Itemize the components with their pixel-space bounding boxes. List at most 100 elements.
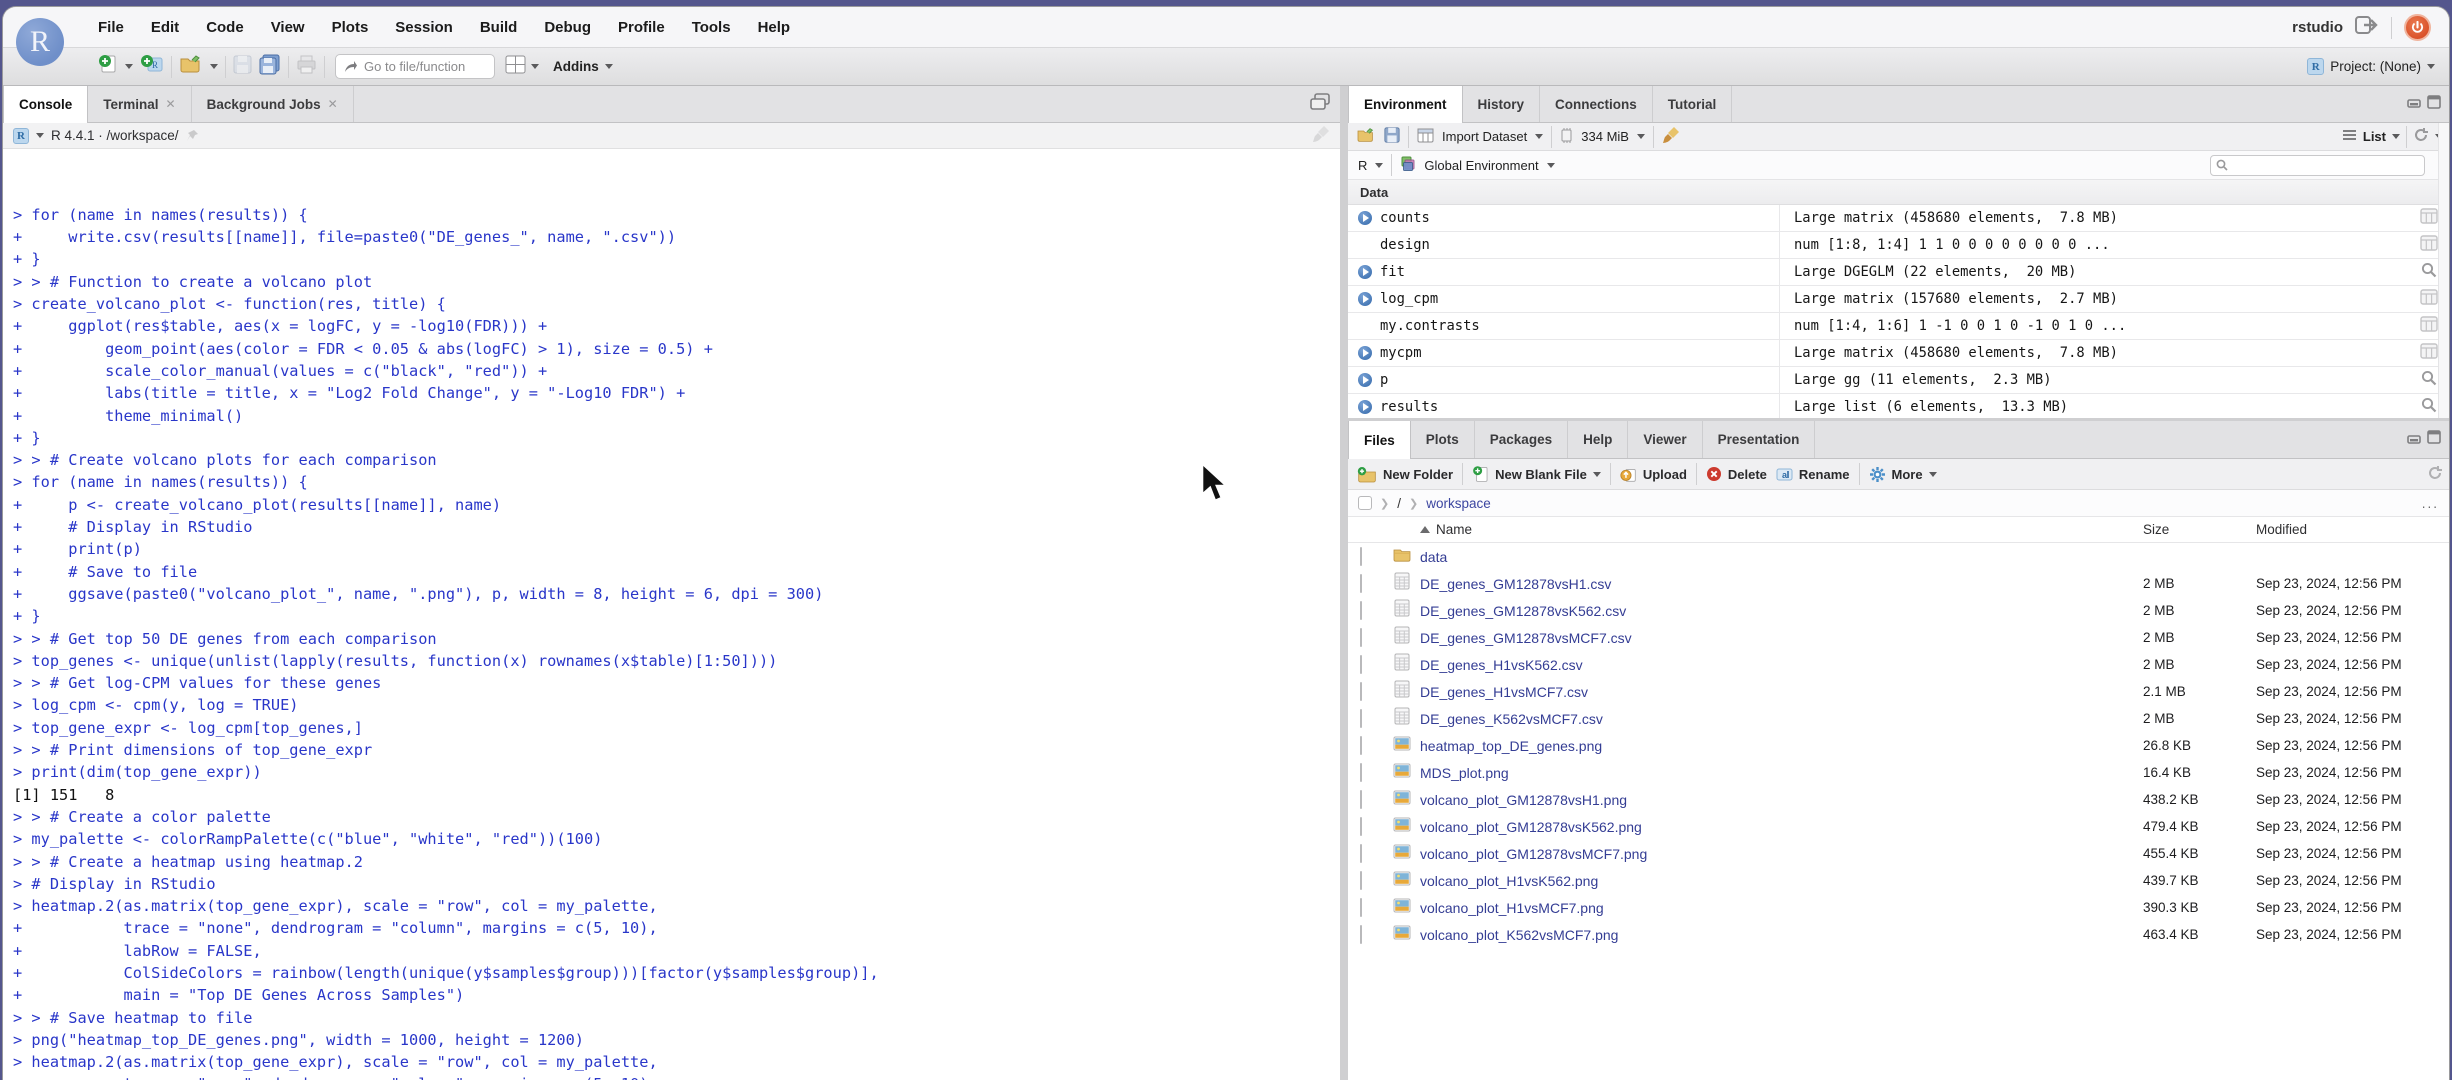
menu-item[interactable]: Profile [618,19,665,36]
file-checkbox[interactable] [1360,735,1362,755]
file-row[interactable]: data [1348,543,2449,570]
more-button[interactable]: More [1869,466,1937,483]
close-icon[interactable]: ✕ [328,97,338,111]
list-view-dropdown[interactable] [2392,134,2400,139]
menu-item[interactable]: Edit [151,19,179,36]
language-selector[interactable]: R [1358,158,1367,173]
menu-item[interactable]: Session [395,19,453,36]
breadcrumb-workspace[interactable]: workspace [1426,496,1491,511]
rename-button[interactable]: a Rename [1776,467,1850,482]
menu-item[interactable]: Tools [692,19,731,36]
file-name-link[interactable]: volcano_plot_GM12878vsMCF7.png [1420,846,1647,862]
file-name-link[interactable]: DE_genes_K562vsMCF7.csv [1420,711,1603,727]
minimize-pane-icon[interactable] [2407,95,2421,113]
save-all-icon[interactable] [259,54,281,80]
environment-search-input[interactable] [2232,158,2419,172]
save-icon[interactable] [233,55,252,79]
breadcrumb-root[interactable]: / [1397,496,1401,511]
file-row[interactable]: DE_genes_H1vsK562.csv 2 MB Sep 23, 2024,… [1348,651,2449,678]
open-recent-dropdown[interactable] [210,64,218,69]
project-label[interactable]: Project: (None) [2330,59,2421,74]
menu-item[interactable]: File [98,19,124,36]
environment-object-row[interactable]: fit Large DGEGLM (22 elements, 20 MB) [1348,259,2449,286]
menu-item[interactable]: Help [758,19,791,36]
file-row[interactable]: volcano_plot_GM12878vsMCF7.png 455.4 KB … [1348,840,2449,867]
new-project-icon[interactable]: R [140,53,164,80]
file-checkbox[interactable] [1360,897,1362,917]
file-row[interactable]: volcano_plot_GM12878vsH1.png 438.2 KB Se… [1348,786,2449,813]
menu-item[interactable]: View [271,19,305,36]
tab-environment[interactable]: Environment [1348,86,1463,123]
file-name-link[interactable]: DE_genes_GM12878vsH1.csv [1420,576,1611,592]
file-name-link[interactable]: data [1420,549,1447,565]
expand-arrow-icon[interactable] [1358,265,1372,279]
file-row[interactable]: volcano_plot_H1vsK562.png 439.7 KB Sep 2… [1348,867,2449,894]
import-dataset-dropdown[interactable] [1535,134,1544,139]
view-table-icon[interactable] [2420,315,2438,337]
view-table-icon[interactable] [2420,288,2438,310]
refresh-icon[interactable] [2427,465,2443,484]
list-view-button[interactable]: List [2363,129,2386,144]
file-row[interactable]: DE_genes_GM12878vsH1.csv 2 MB Sep 23, 20… [1348,570,2449,597]
expand-arrow-icon[interactable] [1358,400,1372,414]
environment-object-row[interactable]: design num [1:8, 1:4] 1 1 0 0 0 0 0 0 0 … [1348,232,2449,259]
file-checkbox[interactable] [1360,708,1362,728]
tab-terminal[interactable]: Terminal ✕ [88,86,192,122]
environment-selector[interactable]: Global Environment [1424,158,1538,173]
file-checkbox[interactable] [1360,681,1362,701]
menu-item[interactable]: Build [480,19,518,36]
file-row[interactable]: DE_genes_GM12878vsMCF7.csv 2 MB Sep 23, … [1348,624,2449,651]
memory-usage-label[interactable]: 334 MiB [1581,129,1629,144]
inspect-object-icon[interactable] [2421,397,2437,418]
delete-button[interactable]: Delete [1706,466,1767,482]
file-checkbox[interactable] [1360,816,1362,836]
menu-item[interactable]: Plots [332,19,369,36]
r-version-dropdown[interactable] [36,133,44,138]
tab-presentation[interactable]: Presentation [1703,421,1816,458]
file-checkbox[interactable] [1360,573,1362,593]
select-all-checkbox[interactable] [1358,496,1372,510]
pin-icon[interactable] [186,129,199,142]
file-name-link[interactable]: DE_genes_H1vsK562.csv [1420,657,1583,673]
file-row[interactable]: heatmap_top_DE_genes.png 26.8 KB Sep 23,… [1348,732,2449,759]
file-checkbox[interactable] [1360,762,1362,782]
new-blank-file-button[interactable]: New Blank File [1472,465,1601,483]
view-table-icon[interactable] [2420,207,2438,229]
tab-tutorial[interactable]: Tutorial [1653,86,1733,122]
file-name-link[interactable]: heatmap_top_DE_genes.png [1420,738,1602,754]
file-name-link[interactable]: MDS_plot.png [1420,765,1509,781]
panes-dropdown[interactable] [531,64,539,69]
upload-button[interactable]: Upload [1620,466,1687,483]
file-checkbox[interactable] [1360,789,1362,809]
environment-object-row[interactable]: my.contrasts num [1:4, 1:6] 1 -1 0 0 1 0… [1348,313,2449,340]
file-name-link[interactable]: volcano_plot_GM12878vsH1.png [1420,792,1627,808]
tab-files[interactable]: Files [1348,421,1411,459]
close-icon[interactable]: ✕ [166,97,176,111]
memory-dropdown[interactable] [1636,134,1645,139]
file-row[interactable]: DE_genes_K562vsMCF7.csv 2 MB Sep 23, 202… [1348,705,2449,732]
refresh-icon[interactable] [2413,127,2429,146]
quit-session-button[interactable] [2404,14,2431,41]
sign-out-icon[interactable] [2355,16,2379,39]
tab-help[interactable]: Help [1568,421,1629,458]
tab-connections[interactable]: Connections [1540,86,1653,122]
project-dropdown[interactable] [2427,64,2435,69]
tab-plots[interactable]: Plots [1411,421,1475,458]
tab-console[interactable]: Console [3,86,89,123]
environment-search-box[interactable] [2210,154,2425,176]
goto-file-function-box[interactable] [335,54,495,79]
file-name-link[interactable]: volcano_plot_H1vsMCF7.png [1420,900,1604,916]
file-name-link[interactable]: DE_genes_H1vsMCF7.csv [1420,684,1588,700]
language-dropdown[interactable] [1375,162,1384,168]
environment-object-row[interactable]: log_cpm Large matrix (157680 elements, 2… [1348,286,2449,313]
environment-object-row[interactable]: results Large list (6 elements, 13.3 MB) [1348,394,2449,418]
more-dropdown[interactable] [1928,471,1937,477]
clear-environment-icon[interactable] [1662,126,1680,147]
new-file-dropdown[interactable] [125,64,133,69]
environment-object-row[interactable]: mycpm Large matrix (458680 elements, 7.8… [1348,340,2449,367]
maximize-pane-icon[interactable] [2427,430,2441,449]
view-table-icon[interactable] [2420,234,2438,256]
file-row[interactable]: MDS_plot.png 16.4 KB Sep 23, 2024, 12:56… [1348,759,2449,786]
expand-arrow-icon[interactable] [1358,211,1372,225]
column-header-name[interactable]: Name [1420,522,1472,537]
